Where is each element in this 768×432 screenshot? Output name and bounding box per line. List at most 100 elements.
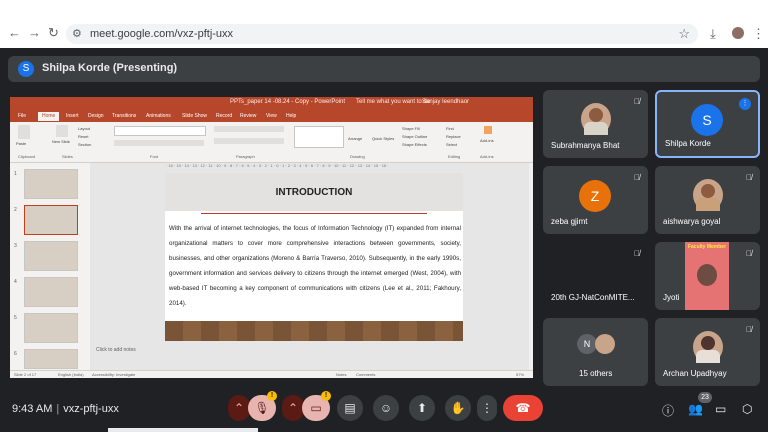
- quick-styles-button: Quick Styles: [372, 136, 395, 141]
- people-icon[interactable]: 👥: [688, 402, 703, 416]
- speaking-indicator-icon: ⋮: [739, 98, 751, 110]
- participant-tile[interactable]: 🎙̸ Subrahmanya Bhat: [543, 90, 648, 158]
- others-tile[interactable]: N 15 others: [543, 318, 648, 386]
- select-button: Select: [446, 142, 458, 147]
- slide-thumbnails: 1 2 3 4 5 6: [10, 163, 90, 370]
- slide-number: 6: [14, 351, 17, 357]
- download-icon[interactable]: ⤓: [710, 26, 716, 42]
- participant-tile[interactable]: 🎙̸ aishwarya goyal: [655, 166, 760, 234]
- accessibility-status: Accessibility: Investigate: [92, 372, 136, 377]
- avatar: [581, 103, 611, 135]
- paste-button: Paste: [16, 141, 27, 146]
- replace-button: Replace: [446, 134, 461, 139]
- participant-tile[interactable]: Z 🎙̸ zeba gjimt: [543, 166, 648, 234]
- participant-video: Faculty Member: [685, 242, 729, 310]
- browser-chrome: ← → ↻ ⚙ meet.google.com/vxz-pftj-uxx ☆ ⤓…: [0, 0, 768, 48]
- paste-icon: [18, 125, 30, 139]
- notes-button: Notes: [336, 372, 347, 377]
- clock: 9:43 AM: [12, 403, 53, 415]
- zoom-level: 57%: [516, 372, 525, 377]
- vertical-scrollbar: [529, 163, 533, 370]
- paragraph-align-buttons: [214, 138, 284, 144]
- group-label-editing: Editing: [448, 154, 461, 159]
- reload-icon[interactable]: ↻: [48, 26, 59, 40]
- url-text: meet.google.com/vxz-pftj-uxx: [90, 28, 234, 40]
- tab-view: View: [266, 113, 277, 119]
- powerpoint-title-bar: PPTs_paper 14 -08.24 - Copy - PowerPoint…: [10, 97, 533, 111]
- captions-icon[interactable]: ▤: [337, 395, 363, 421]
- slide-editor: · 16 · 15 · 14 · 13 · 12 · 11 · 10 · 9 ·…: [90, 163, 533, 370]
- layout-button: Layout: [78, 126, 91, 131]
- chat-icon[interactable]: ▭: [715, 402, 726, 416]
- emoji-icon[interactable]: ☺: [373, 395, 399, 421]
- group-label-paragraph: Paragraph: [236, 154, 255, 159]
- back-icon[interactable]: ←: [8, 26, 21, 40]
- notes-placeholder: Click to add notes: [96, 347, 136, 353]
- group-label-slides: Slides: [62, 154, 73, 159]
- new-slide-button: New Slide: [52, 139, 71, 144]
- mic-off-icon: 🎙̸: [634, 173, 640, 182]
- tune-icon[interactable]: ⚙: [72, 27, 82, 40]
- camera-warning-icon: !: [321, 391, 331, 401]
- shared-screen: PPTs_paper 14 -08.24 - Copy - PowerPoint…: [10, 97, 533, 378]
- tab-design: Design: [88, 113, 104, 119]
- activities-icon[interactable]: ⬡: [742, 402, 752, 416]
- avatar: S: [18, 61, 34, 77]
- slide-number: 5: [14, 315, 17, 321]
- avatar[interactable]: [732, 27, 744, 39]
- group-label-add-ins: Add-ins: [480, 154, 494, 159]
- slide-heading: INTRODUCTION: [275, 187, 353, 198]
- address-bar[interactable]: ⚙ meet.google.com/vxz-pftj-uxx ☆: [66, 24, 698, 44]
- star-icon[interactable]: ☆: [678, 26, 690, 42]
- section-button: Section: [78, 142, 92, 147]
- raise-hand-icon[interactable]: ✋: [445, 395, 471, 421]
- info-icon[interactable]: ⓘ: [662, 402, 674, 419]
- mic-off-icon: 🎙̸: [746, 249, 752, 258]
- add-ins-button: Add-ins: [480, 138, 494, 143]
- slide-number: 1: [14, 171, 17, 177]
- poster-label: Faculty Member: [687, 244, 727, 250]
- presenting-label: Shilpa Korde (Presenting): [42, 62, 178, 74]
- shapes-gallery: [294, 126, 344, 148]
- present-icon[interactable]: ⬆: [409, 395, 435, 421]
- ribbon-search: Tell me what you want to do: [356, 99, 431, 105]
- meeting-info: 9:43 AM | vxz-pftj-uxx: [12, 403, 119, 415]
- leave-call-icon[interactable]: ☎: [503, 395, 543, 421]
- comments-button: Comments: [356, 372, 376, 377]
- meeting-code: vxz-pftj-uxx: [63, 403, 119, 415]
- group-label-drawing: Drawing: [350, 154, 365, 159]
- language: English (India): [58, 372, 84, 377]
- tab-home: Home: [38, 112, 60, 121]
- forward-icon[interactable]: →: [28, 26, 41, 40]
- video-options-button[interactable]: ⌃: [282, 395, 304, 421]
- participant-tile[interactable]: Faculty Member 🎙̸ Jyoti: [655, 242, 760, 310]
- paragraph-buttons: [214, 126, 284, 132]
- menu-icon[interactable]: ⋮: [752, 26, 765, 42]
- ribbon: Paste New Slide Layout Reset Section Arr…: [10, 122, 533, 163]
- participant-tile[interactable]: 🎙̸ 20th GJ-NatConMITE...: [543, 242, 648, 310]
- mic-warning-icon: !: [267, 391, 277, 401]
- tab-record: Record: [216, 113, 233, 119]
- slide-thumbnail: [24, 241, 78, 271]
- slide-thumbnail: [24, 169, 78, 199]
- avatar: N: [577, 334, 597, 354]
- participant-name: zeba gjimt: [551, 217, 588, 226]
- audio-options-button[interactable]: ⌃: [228, 395, 250, 421]
- window-title: PPTs_paper 14 -08.24 - Copy - PowerPoint: [230, 99, 346, 105]
- mic-off-icon: 🎙̸: [746, 173, 752, 182]
- participant-tile[interactable]: 🎙̸ Archan Upadhyay: [655, 318, 760, 386]
- slide-thumbnail: [24, 313, 78, 343]
- heading-underline: [201, 213, 427, 214]
- tab-review: Review: [240, 113, 257, 119]
- more-options-icon[interactable]: ⋮: [477, 395, 497, 421]
- current-slide: INTRODUCTION With the arrival of interne…: [165, 173, 463, 341]
- shape-fill-button: Shape Fill: [402, 126, 420, 131]
- tab-slide-show: Slide Show: [182, 113, 208, 119]
- ruler: · 16 · 15 · 14 · 13 · 12 · 11 · 10 · 9 ·…: [166, 163, 389, 168]
- find-button: Find: [446, 126, 454, 131]
- slide-number: 3: [14, 243, 17, 249]
- ribbon-tabs: File Home Insert Design Transitions Anim…: [10, 111, 533, 122]
- add-ins-icon: [484, 126, 492, 134]
- participant-name: 15 others: [579, 369, 613, 378]
- participant-tile[interactable]: S ⋮ Shilpa Korde: [655, 90, 760, 158]
